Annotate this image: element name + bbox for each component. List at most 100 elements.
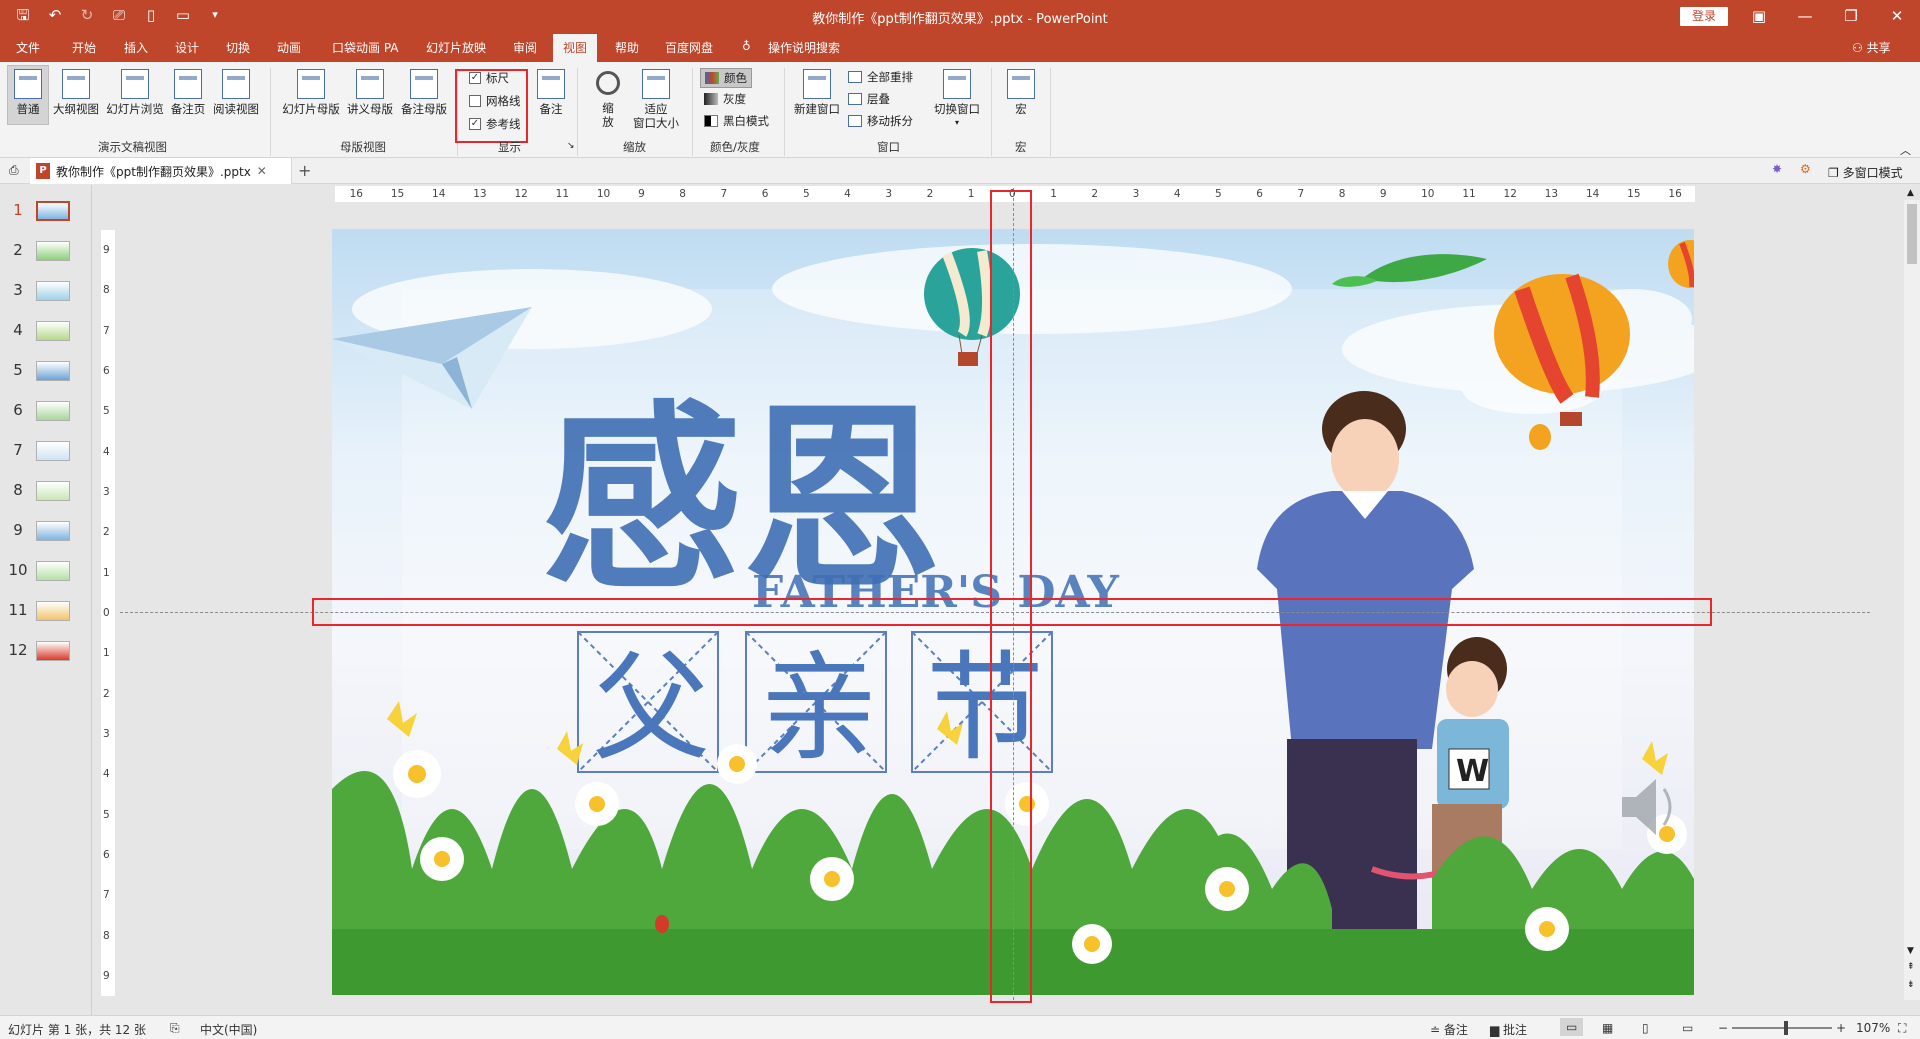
normal-view-button[interactable]: 普通 [7, 65, 49, 125]
minimize-icon[interactable]: — [1782, 0, 1828, 32]
slide-thumbnail[interactable]: 4 [0, 317, 92, 355]
language-indicator[interactable]: 中文(中国) [200, 1021, 257, 1038]
group-label-color: 颜色/灰度 [710, 140, 760, 154]
slide-thumbnail-image [36, 441, 70, 461]
slide-thumbnail[interactable]: 9 [0, 517, 92, 555]
handout-master-button[interactable]: 讲义母版 [344, 69, 396, 116]
slide-sorter-status-icon[interactable]: ▦ [1602, 1021, 1613, 1035]
tab-list-icon[interactable]: ⎙ [9, 163, 19, 178]
slide-thumbnail[interactable]: 2 [0, 237, 92, 275]
zoom-button[interactable]: 缩 放 [590, 69, 626, 129]
tab-animations[interactable]: 动画 [277, 39, 301, 56]
new-tab-icon[interactable]: + [298, 161, 311, 180]
dialog-launcher-icon[interactable]: ↘ [567, 141, 575, 151]
tell-me-search[interactable]: 操作说明搜索 [768, 39, 840, 56]
slide-master-button[interactable]: 幻灯片母版 [280, 69, 342, 116]
move-split-option[interactable]: 移动拆分 [848, 113, 913, 129]
tab-pocket-animation[interactable]: 口袋动画 PA [332, 39, 399, 56]
scroll-down-icon[interactable]: ▼ [1907, 946, 1914, 956]
char-fu[interactable]: 父 [592, 639, 710, 777]
reading-view-status-icon[interactable]: ▯ [1642, 1021, 1649, 1035]
slide-sorter-button[interactable]: 幻灯片浏览 [104, 69, 166, 116]
grayscale-option[interactable]: 灰度 [704, 91, 746, 107]
arrange-all-option[interactable]: 全部重排 [848, 69, 913, 85]
outline-view-icon [62, 69, 90, 99]
tab-review[interactable]: 审阅 [513, 39, 537, 56]
settings-gear-icon[interactable]: ⚙ [1800, 162, 1811, 176]
slide-thumbnail[interactable]: 7 [0, 437, 92, 475]
slide-thumbnail[interactable]: 10 [0, 557, 92, 595]
tab-design[interactable]: 设计 [175, 39, 199, 56]
notes-toggle[interactable]: ≐ 备注 [1430, 1021, 1468, 1038]
zoom-in-icon[interactable]: + [1836, 1021, 1846, 1035]
comment-icon: ▆ [1490, 1023, 1504, 1037]
zoom-level[interactable]: 107% [1856, 1021, 1890, 1035]
spell-check-icon[interactable]: ⎘ [170, 1021, 180, 1036]
ribbon-view: 普通 大纲视图 幻灯片浏览 备注页 阅读视图 演示文稿视图 幻灯片母版 讲义母版… [0, 62, 1920, 158]
comments-toggle[interactable]: ▆ 批注 [1490, 1021, 1527, 1038]
document-tab[interactable]: P 教你制作《ppt制作翻页效果》.pptx ✕ [30, 158, 292, 184]
ribbon-display-icon[interactable]: ▣ [1736, 0, 1782, 32]
slide-thumbnail[interactable]: 8 [0, 477, 92, 515]
tab-view[interactable]: 视图 [553, 34, 598, 62]
slide-number: 8 [13, 481, 23, 499]
slide-thumbnail-image [36, 401, 70, 421]
slideshow-status-icon[interactable]: ▭ [1682, 1021, 1693, 1035]
ruler-tick-label: 3 [885, 188, 893, 200]
reading-view-button[interactable]: 阅读视图 [210, 69, 262, 116]
slide-thumbnail[interactable]: 5 [0, 357, 92, 395]
share-button[interactable]: ⚇ 共享 [1852, 39, 1891, 56]
tab-slideshow[interactable]: 幻灯片放映 [426, 39, 486, 56]
previous-slide-icon[interactable]: ⇞ [1907, 962, 1915, 972]
restore-icon[interactable]: ❐ [1828, 0, 1874, 32]
tab-baidu-netdisk[interactable]: 百度网盘 [665, 39, 713, 56]
fit-to-window-button[interactable]: 适应 窗口大小 [630, 69, 682, 130]
normal-view-status-icon[interactable]: ▭ [1560, 1018, 1584, 1036]
multi-window-mode-button[interactable]: ❐ 多窗口模式 [1828, 164, 1903, 181]
color-option[interactable]: 颜色 [700, 68, 752, 88]
tab-home[interactable]: 开始 [72, 39, 96, 56]
zoom-slider[interactable] [1732, 1021, 1832, 1035]
vertical-scrollbar[interactable]: ▲ ▼ ⇞ ⇟ [1904, 188, 1920, 1000]
tab-file[interactable]: 文件 [16, 39, 40, 56]
addin-star-icon[interactable]: ✸ [1772, 162, 1782, 176]
cascade-option[interactable]: 层叠 [848, 91, 890, 107]
cascade-icon [848, 93, 862, 105]
slide-thumbnail[interactable]: 3 [0, 277, 92, 315]
notes-master-button[interactable]: 备注母版 [398, 69, 450, 116]
comments-toggle-label: 批注 [1503, 1023, 1528, 1037]
notes-page-button[interactable]: 备注页 [168, 69, 208, 116]
tab-insert[interactable]: 插入 [124, 39, 148, 56]
new-window-icon [803, 69, 831, 99]
close-tab-icon[interactable]: ✕ [257, 164, 267, 178]
slide-thumbnail[interactable]: 6 [0, 397, 92, 435]
collapse-ribbon-icon[interactable]: ︿ [1900, 142, 1911, 158]
zoom-out-icon[interactable]: − [1718, 1021, 1728, 1035]
slide-thumbnail-image [36, 201, 70, 221]
ladybug-image [655, 915, 669, 933]
title-bar: 🖫 ↶ ↻ ⎚ ▯ ▭ ▾ 教你制作《ppt制作翻页效果》.pptx - Pow… [0, 0, 1920, 32]
char-qin[interactable]: 亲 [760, 639, 878, 777]
outline-view-button[interactable]: 大纲视图 [52, 69, 100, 116]
fit-slide-icon[interactable]: ⛶ [1898, 1021, 1906, 1036]
new-window-button[interactable]: 新建窗口 [792, 69, 842, 116]
slide-thumbnail[interactable]: 12 [0, 637, 92, 675]
vertical-ruler: 9 8 7 6 5 4 3 2 1 0 1 2 3 4 5 6 7 8 9 [101, 230, 115, 996]
ruler-tick-label: 14 [1585, 188, 1600, 200]
tab-help[interactable]: 帮助 [615, 39, 639, 56]
scroll-up-icon[interactable]: ▲ [1907, 188, 1914, 198]
login-button[interactable]: 登录 [1680, 7, 1728, 26]
zoom-slider-thumb[interactable] [1784, 1021, 1788, 1035]
notes-toggle-icon: ≐ [1430, 1023, 1444, 1037]
tab-transitions[interactable]: 切换 [226, 39, 250, 56]
macros-button[interactable]: 宏 [1002, 69, 1040, 116]
group-label-zoom: 缩放 [623, 140, 646, 154]
scrollbar-thumb[interactable] [1907, 204, 1917, 264]
next-slide-icon[interactable]: ⇟ [1907, 980, 1915, 990]
close-icon[interactable]: ✕ [1874, 0, 1920, 32]
notes-button[interactable]: 备注 [535, 69, 567, 116]
slide-thumbnail[interactable]: 11 [0, 597, 92, 635]
switch-window-button[interactable]: 切换窗口 ▾ [930, 69, 984, 130]
black-white-option[interactable]: 黑白模式 [704, 113, 769, 129]
slide-thumbnail[interactable]: 1 [0, 197, 92, 235]
